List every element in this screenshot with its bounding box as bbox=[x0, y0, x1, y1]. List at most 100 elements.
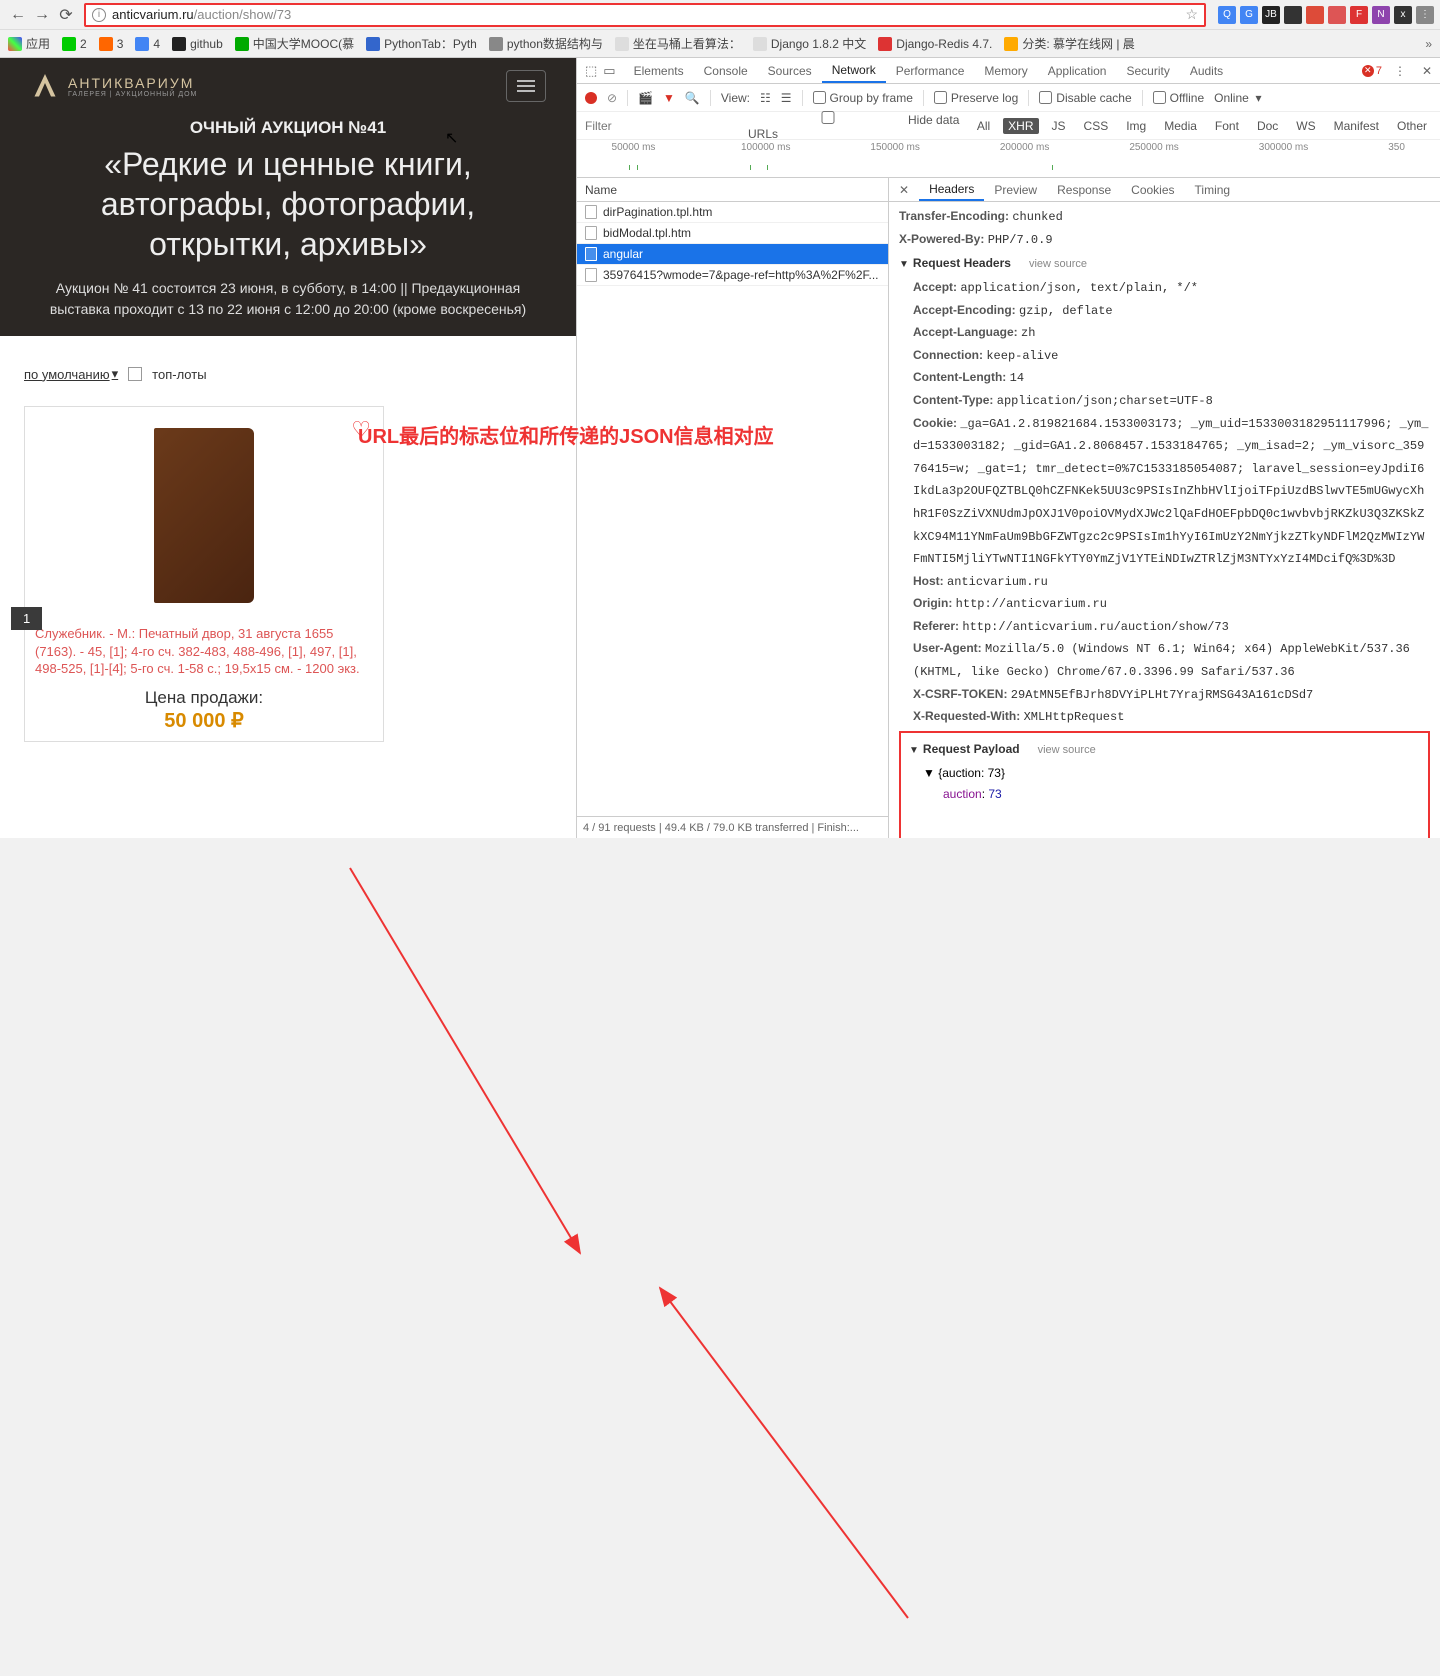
request-headers-section[interactable]: ▼Request Headersview source bbox=[899, 253, 1430, 275]
devtools-tab-performance[interactable]: Performance bbox=[886, 58, 975, 83]
request-header-row: Host: anticvarium.ru bbox=[913, 571, 1430, 594]
filter-type-all[interactable]: All bbox=[972, 118, 995, 134]
request-row[interactable]: 35976415?wmode=7&page-ref=http%3A%2F%2F.… bbox=[577, 265, 888, 286]
timeline-tick: 150000 ms bbox=[870, 142, 919, 153]
capture-icon[interactable]: 🎬 bbox=[638, 91, 653, 105]
page-content: АНТИКВАРИУМ ГАЛЕРЕЯ | АУКЦИОННЫЙ ДОМ ОЧН… bbox=[0, 58, 576, 838]
disable-cache-checkbox[interactable]: Disable cache bbox=[1039, 91, 1131, 105]
extension-icon[interactable]: N bbox=[1372, 6, 1390, 24]
preserve-log-checkbox[interactable]: Preserve log bbox=[934, 91, 1018, 105]
bookmarks-overflow-icon[interactable]: » bbox=[1425, 37, 1432, 51]
bookmark-item[interactable]: 2 bbox=[62, 37, 87, 51]
extension-icon[interactable]: JB bbox=[1262, 6, 1280, 24]
auction-description: Аукцион № 41 состоится 23 июня, в суббот… bbox=[20, 278, 556, 320]
bookmark-item[interactable]: Django 1.8.2 中文 bbox=[753, 35, 866, 52]
filter-type-css[interactable]: CSS bbox=[1079, 118, 1114, 134]
view-source-link[interactable]: view source bbox=[1029, 258, 1087, 270]
bookmark-item[interactable]: PythonTab：Pyth bbox=[366, 35, 477, 52]
filter-type-ws[interactable]: WS bbox=[1291, 118, 1320, 134]
menu-button[interactable] bbox=[506, 70, 546, 102]
extension-icon[interactable]: ⋮ bbox=[1416, 6, 1434, 24]
extension-icon[interactable] bbox=[1328, 6, 1346, 24]
record-button[interactable] bbox=[585, 92, 597, 104]
top-lots-label: топ-лоты bbox=[152, 367, 206, 382]
bookmark-item[interactable]: 3 bbox=[99, 37, 124, 51]
hide-data-urls-checkbox[interactable]: Hide data URLs bbox=[748, 111, 964, 141]
extension-icon[interactable] bbox=[1306, 6, 1324, 24]
request-detail-pane: ✕ HeadersPreviewResponseCookiesTiming Tr… bbox=[889, 178, 1440, 838]
filter-type-font[interactable]: Font bbox=[1210, 118, 1244, 134]
heart-icon[interactable]: ♡ bbox=[351, 417, 371, 443]
throttling-select[interactable]: Online ▾ bbox=[1214, 91, 1261, 105]
view-source-link-payload[interactable]: view source bbox=[1038, 744, 1096, 756]
detail-tab-preview[interactable]: Preview bbox=[984, 178, 1047, 201]
bookmark-item[interactable]: 分类: 慕学在线网 | 晨 bbox=[1004, 35, 1134, 52]
devtools-tab-application[interactable]: Application bbox=[1038, 58, 1117, 83]
apps-button[interactable]: 应用 bbox=[8, 35, 50, 52]
back-button[interactable]: ← bbox=[8, 5, 28, 25]
devtools-tab-network[interactable]: Network bbox=[822, 58, 886, 83]
large-rows-icon[interactable]: ☷ bbox=[760, 91, 771, 105]
filter-type-js[interactable]: JS bbox=[1047, 118, 1071, 134]
error-count[interactable]: ✕7 bbox=[1362, 65, 1386, 77]
detail-tab-headers[interactable]: Headers bbox=[919, 178, 984, 201]
top-lots-checkbox[interactable] bbox=[128, 367, 142, 381]
small-rows-icon[interactable]: ☰ bbox=[781, 91, 792, 105]
site-info-icon[interactable]: i bbox=[92, 8, 106, 22]
reload-button[interactable]: ⟳ bbox=[56, 5, 76, 25]
inspect-icon[interactable]: ⬚ bbox=[585, 63, 597, 79]
device-icon[interactable]: ▭ bbox=[603, 63, 615, 79]
sort-default-link[interactable]: по умолчанию▾ bbox=[24, 366, 118, 382]
devtools-menu-icon[interactable]: ⋮ bbox=[1386, 64, 1414, 78]
headers-content: Transfer-Encoding: chunkedX-Powered-By: … bbox=[889, 202, 1440, 838]
extension-icon[interactable]: G bbox=[1240, 6, 1258, 24]
url-bar[interactable]: i anticvarium.ru/auction/show/73 ☆ bbox=[84, 3, 1206, 27]
filter-type-media[interactable]: Media bbox=[1159, 118, 1202, 134]
offline-checkbox[interactable]: Offline bbox=[1153, 91, 1204, 105]
filter-type-other[interactable]: Other bbox=[1392, 118, 1432, 134]
detail-tab-response[interactable]: Response bbox=[1047, 178, 1121, 201]
name-column-header[interactable]: Name bbox=[577, 178, 888, 202]
extension-icon[interactable] bbox=[1284, 6, 1302, 24]
devtools-tab-elements[interactable]: Elements bbox=[624, 58, 694, 83]
bookmark-item[interactable]: python数据结构与 bbox=[489, 35, 603, 52]
brand-logo[interactable]: АНТИКВАРИУМ ГАЛЕРЕЯ | АУКЦИОННЫЙ ДОМ bbox=[30, 71, 197, 101]
request-row[interactable]: angular bbox=[577, 244, 888, 265]
clear-icon[interactable]: ⊘ bbox=[607, 91, 617, 105]
devtools-tab-audits[interactable]: Audits bbox=[1180, 58, 1233, 83]
request-payload-section: ▼Request Payloadview source ▼ {auction: … bbox=[899, 731, 1430, 838]
filter-type-xhr[interactable]: XHR bbox=[1003, 118, 1038, 134]
bookmark-item[interactable]: Django-Redis 4.7. bbox=[878, 37, 992, 51]
devtools-tab-memory[interactable]: Memory bbox=[974, 58, 1037, 83]
request-row[interactable]: dirPagination.tpl.htm bbox=[577, 202, 888, 223]
bookmark-item[interactable]: 4 bbox=[135, 37, 160, 51]
devtools-close-icon[interactable]: ✕ bbox=[1414, 64, 1440, 78]
filter-icon[interactable]: ▼ bbox=[663, 91, 675, 105]
request-header-row: User-Agent: Mozilla/5.0 (Windows NT 6.1;… bbox=[913, 638, 1430, 683]
request-row[interactable]: bidModal.tpl.htm bbox=[577, 223, 888, 244]
detail-tab-timing[interactable]: Timing bbox=[1185, 178, 1241, 201]
devtools-tab-console[interactable]: Console bbox=[694, 58, 758, 83]
network-timeline[interactable]: 50000 ms100000 ms150000 ms200000 ms25000… bbox=[577, 140, 1440, 178]
devtools-tab-sources[interactable]: Sources bbox=[758, 58, 822, 83]
extension-icon[interactable]: Q bbox=[1218, 6, 1236, 24]
extension-icon[interactable]: F bbox=[1350, 6, 1368, 24]
filter-type-img[interactable]: Img bbox=[1121, 118, 1151, 134]
network-toolbar: ⊘ 🎬 ▼ 🔍 View: ☷ ☰ Group by frame Preserv… bbox=[577, 84, 1440, 112]
filter-type-manifest[interactable]: Manifest bbox=[1329, 118, 1384, 134]
filter-input[interactable] bbox=[585, 119, 740, 133]
response-header-row: Transfer-Encoding: chunked bbox=[899, 206, 1430, 229]
bookmark-star-icon[interactable]: ☆ bbox=[1185, 6, 1198, 23]
close-details-icon[interactable]: ✕ bbox=[889, 183, 919, 197]
bookmark-item[interactable]: github bbox=[172, 37, 223, 51]
forward-button[interactable]: → bbox=[32, 5, 52, 25]
group-by-frame-checkbox[interactable]: Group by frame bbox=[813, 91, 913, 105]
filter-type-doc[interactable]: Doc bbox=[1252, 118, 1283, 134]
extension-icon[interactable]: x bbox=[1394, 6, 1412, 24]
lot-card[interactable]: ♡ 1 Служебник. - М.: Печатный двор, 31 а… bbox=[24, 406, 384, 742]
bookmark-item[interactable]: 中国大学MOOC(慕 bbox=[235, 35, 354, 52]
detail-tab-cookies[interactable]: Cookies bbox=[1121, 178, 1184, 201]
bookmark-item[interactable]: 坐在马桶上看算法： bbox=[615, 35, 741, 52]
search-icon[interactable]: 🔍 bbox=[685, 91, 700, 105]
devtools-tab-security[interactable]: Security bbox=[1116, 58, 1179, 83]
